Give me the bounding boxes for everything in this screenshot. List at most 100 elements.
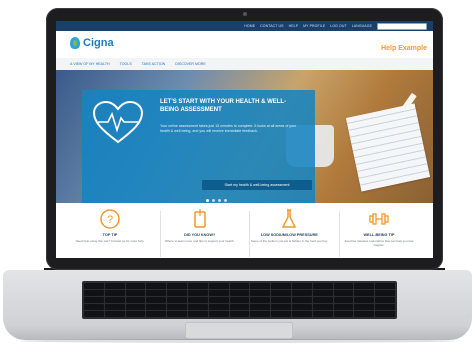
screen-bezel: HOME CONTACT US HELP MY PROFILE LOG OUT … bbox=[46, 8, 443, 270]
keyboard-key bbox=[187, 283, 208, 289]
keyboard-key bbox=[146, 311, 167, 317]
keyboard-key bbox=[291, 311, 312, 317]
card-did-you-know[interactable]: DID YOU KNOW? Where to learn more and ti… bbox=[160, 208, 250, 258]
keyboard-key bbox=[271, 283, 291, 289]
keyboard-key bbox=[229, 297, 250, 303]
question-icon: ? bbox=[100, 209, 120, 229]
hero-banner: LET'S START WITH YOUR HEALTH & WELL-BEIN… bbox=[56, 70, 433, 207]
notepad-image bbox=[345, 103, 431, 192]
card-text: Exercise releases endorphins that can he… bbox=[344, 238, 414, 247]
main-nav: A VIEW OF MY HEALTH TOOLS TAKE ACTION DI… bbox=[56, 58, 433, 70]
keyboard-key bbox=[167, 297, 187, 303]
keyboard-key bbox=[354, 290, 375, 296]
keyboard-key bbox=[167, 283, 187, 289]
topbar-link-help[interactable]: HELP bbox=[289, 24, 299, 28]
search-input[interactable] bbox=[377, 22, 427, 30]
keyboard-key bbox=[187, 304, 208, 310]
tree-person-icon bbox=[70, 37, 80, 49]
keyboard-key bbox=[167, 290, 187, 296]
header: Cigna Help Example bbox=[56, 31, 433, 59]
keyboard-key bbox=[229, 311, 250, 317]
carousel-dot[interactable] bbox=[206, 199, 209, 202]
keyboard-key bbox=[125, 304, 146, 310]
keyboard-key bbox=[208, 290, 229, 296]
carousel-dots[interactable] bbox=[206, 199, 227, 202]
svg-text:?: ? bbox=[107, 214, 113, 226]
carousel-dot[interactable] bbox=[212, 199, 215, 202]
keyboard-key bbox=[84, 290, 104, 296]
nav-item-discover-more[interactable]: DISCOVER MORE bbox=[175, 62, 206, 66]
card-text: Need help using this site? Contact us fo… bbox=[75, 238, 145, 243]
keyboard-key bbox=[312, 304, 333, 310]
keyboard-key bbox=[271, 297, 291, 303]
keyboard-key bbox=[125, 290, 146, 296]
keyboard-key bbox=[104, 304, 125, 310]
topbar-link-profile[interactable]: MY PROFILE bbox=[303, 24, 325, 28]
carousel-dot[interactable] bbox=[224, 199, 227, 202]
nav-item-my-health[interactable]: A VIEW OF MY HEALTH bbox=[70, 62, 110, 66]
keyboard-key bbox=[333, 297, 354, 303]
nav-item-tools[interactable]: TOOLS bbox=[120, 62, 132, 66]
keyboard-key bbox=[167, 311, 187, 317]
keyboard-key bbox=[104, 297, 125, 303]
keyboard-key bbox=[208, 283, 229, 289]
keyboard-key bbox=[271, 311, 291, 317]
laptop-shadow bbox=[20, 339, 455, 343]
keyboard-key bbox=[146, 290, 167, 296]
carousel-dot[interactable] bbox=[218, 199, 221, 202]
keyboard-key bbox=[84, 311, 104, 317]
keyboard-key bbox=[354, 297, 375, 303]
keyboard-key bbox=[291, 290, 312, 296]
card-text: Some of the sodium you eat is hidden in … bbox=[250, 238, 328, 243]
card-low-sodium[interactable]: LOW SODIUM/LOW PRESSURE Some of the sodi… bbox=[249, 208, 340, 258]
keyboard-key bbox=[333, 290, 354, 296]
brand-name: Cigna bbox=[83, 37, 114, 49]
start-assessment-button[interactable]: Start my health & well-being assessment bbox=[202, 180, 312, 190]
card-text: Where to learn more and tips to support … bbox=[164, 238, 235, 243]
keyboard-key bbox=[312, 283, 333, 289]
keyboard-key bbox=[104, 311, 125, 317]
hero-panel: LET'S START WITH YOUR HEALTH & WELL-BEIN… bbox=[82, 90, 315, 207]
keyboard-key bbox=[271, 304, 291, 310]
help-label[interactable]: Help Example bbox=[381, 45, 427, 52]
card-top-tip[interactable]: ? TOP TIP Need help using this site? Con… bbox=[70, 208, 160, 258]
card-well-being-tip[interactable]: WELL-BEING TIP Exercise releases endorph… bbox=[339, 208, 419, 258]
keyboard-key bbox=[250, 311, 271, 317]
keyboard-key bbox=[291, 297, 312, 303]
keyboard-key bbox=[104, 283, 125, 289]
keyboard-key bbox=[187, 311, 208, 317]
keyboard-key bbox=[375, 297, 395, 303]
nav-item-take-action[interactable]: TAKE ACTION bbox=[142, 62, 166, 66]
keyboard-key bbox=[208, 304, 229, 310]
keyboard-key bbox=[208, 311, 229, 317]
keyboard-key bbox=[250, 283, 271, 289]
heartbeat-icon bbox=[92, 100, 144, 144]
keyboard-key bbox=[250, 297, 271, 303]
keyboard-key bbox=[229, 290, 250, 296]
screen: HOME CONTACT US HELP MY PROFILE LOG OUT … bbox=[56, 21, 433, 258]
topbar-link-logout[interactable]: LOG OUT bbox=[330, 24, 346, 28]
topbar-link-home[interactable]: HOME bbox=[244, 24, 255, 28]
keyboard-key bbox=[312, 297, 333, 303]
keyboard-key bbox=[333, 304, 354, 310]
hero-body: Your online assessment takes just 15 min… bbox=[160, 124, 297, 133]
keyboard-key bbox=[229, 283, 250, 289]
topbar-link-contact[interactable]: CONTACT US bbox=[260, 24, 283, 28]
topbar-link-language[interactable]: LANGUAGE bbox=[352, 24, 372, 28]
keyboard-key bbox=[187, 297, 208, 303]
card-title: TOP TIP bbox=[102, 233, 118, 237]
keyboard-key bbox=[375, 311, 395, 317]
keyboard-key bbox=[146, 304, 167, 310]
keyboard-key bbox=[84, 304, 104, 310]
utility-bar: HOME CONTACT US HELP MY PROFILE LOG OUT … bbox=[56, 21, 433, 31]
brand-logo[interactable]: Cigna bbox=[70, 37, 114, 49]
keyboard-key bbox=[312, 311, 333, 317]
keyboard-key bbox=[354, 311, 375, 317]
keyboard-key bbox=[187, 290, 208, 296]
keyboard-key bbox=[375, 304, 395, 310]
tip-cards: ? TOP TIP Need help using this site? Con… bbox=[56, 203, 433, 258]
keyboard-key bbox=[271, 290, 291, 296]
keyboard-key bbox=[229, 304, 250, 310]
keyboard-key bbox=[312, 290, 333, 296]
flask-icon bbox=[282, 209, 297, 228]
